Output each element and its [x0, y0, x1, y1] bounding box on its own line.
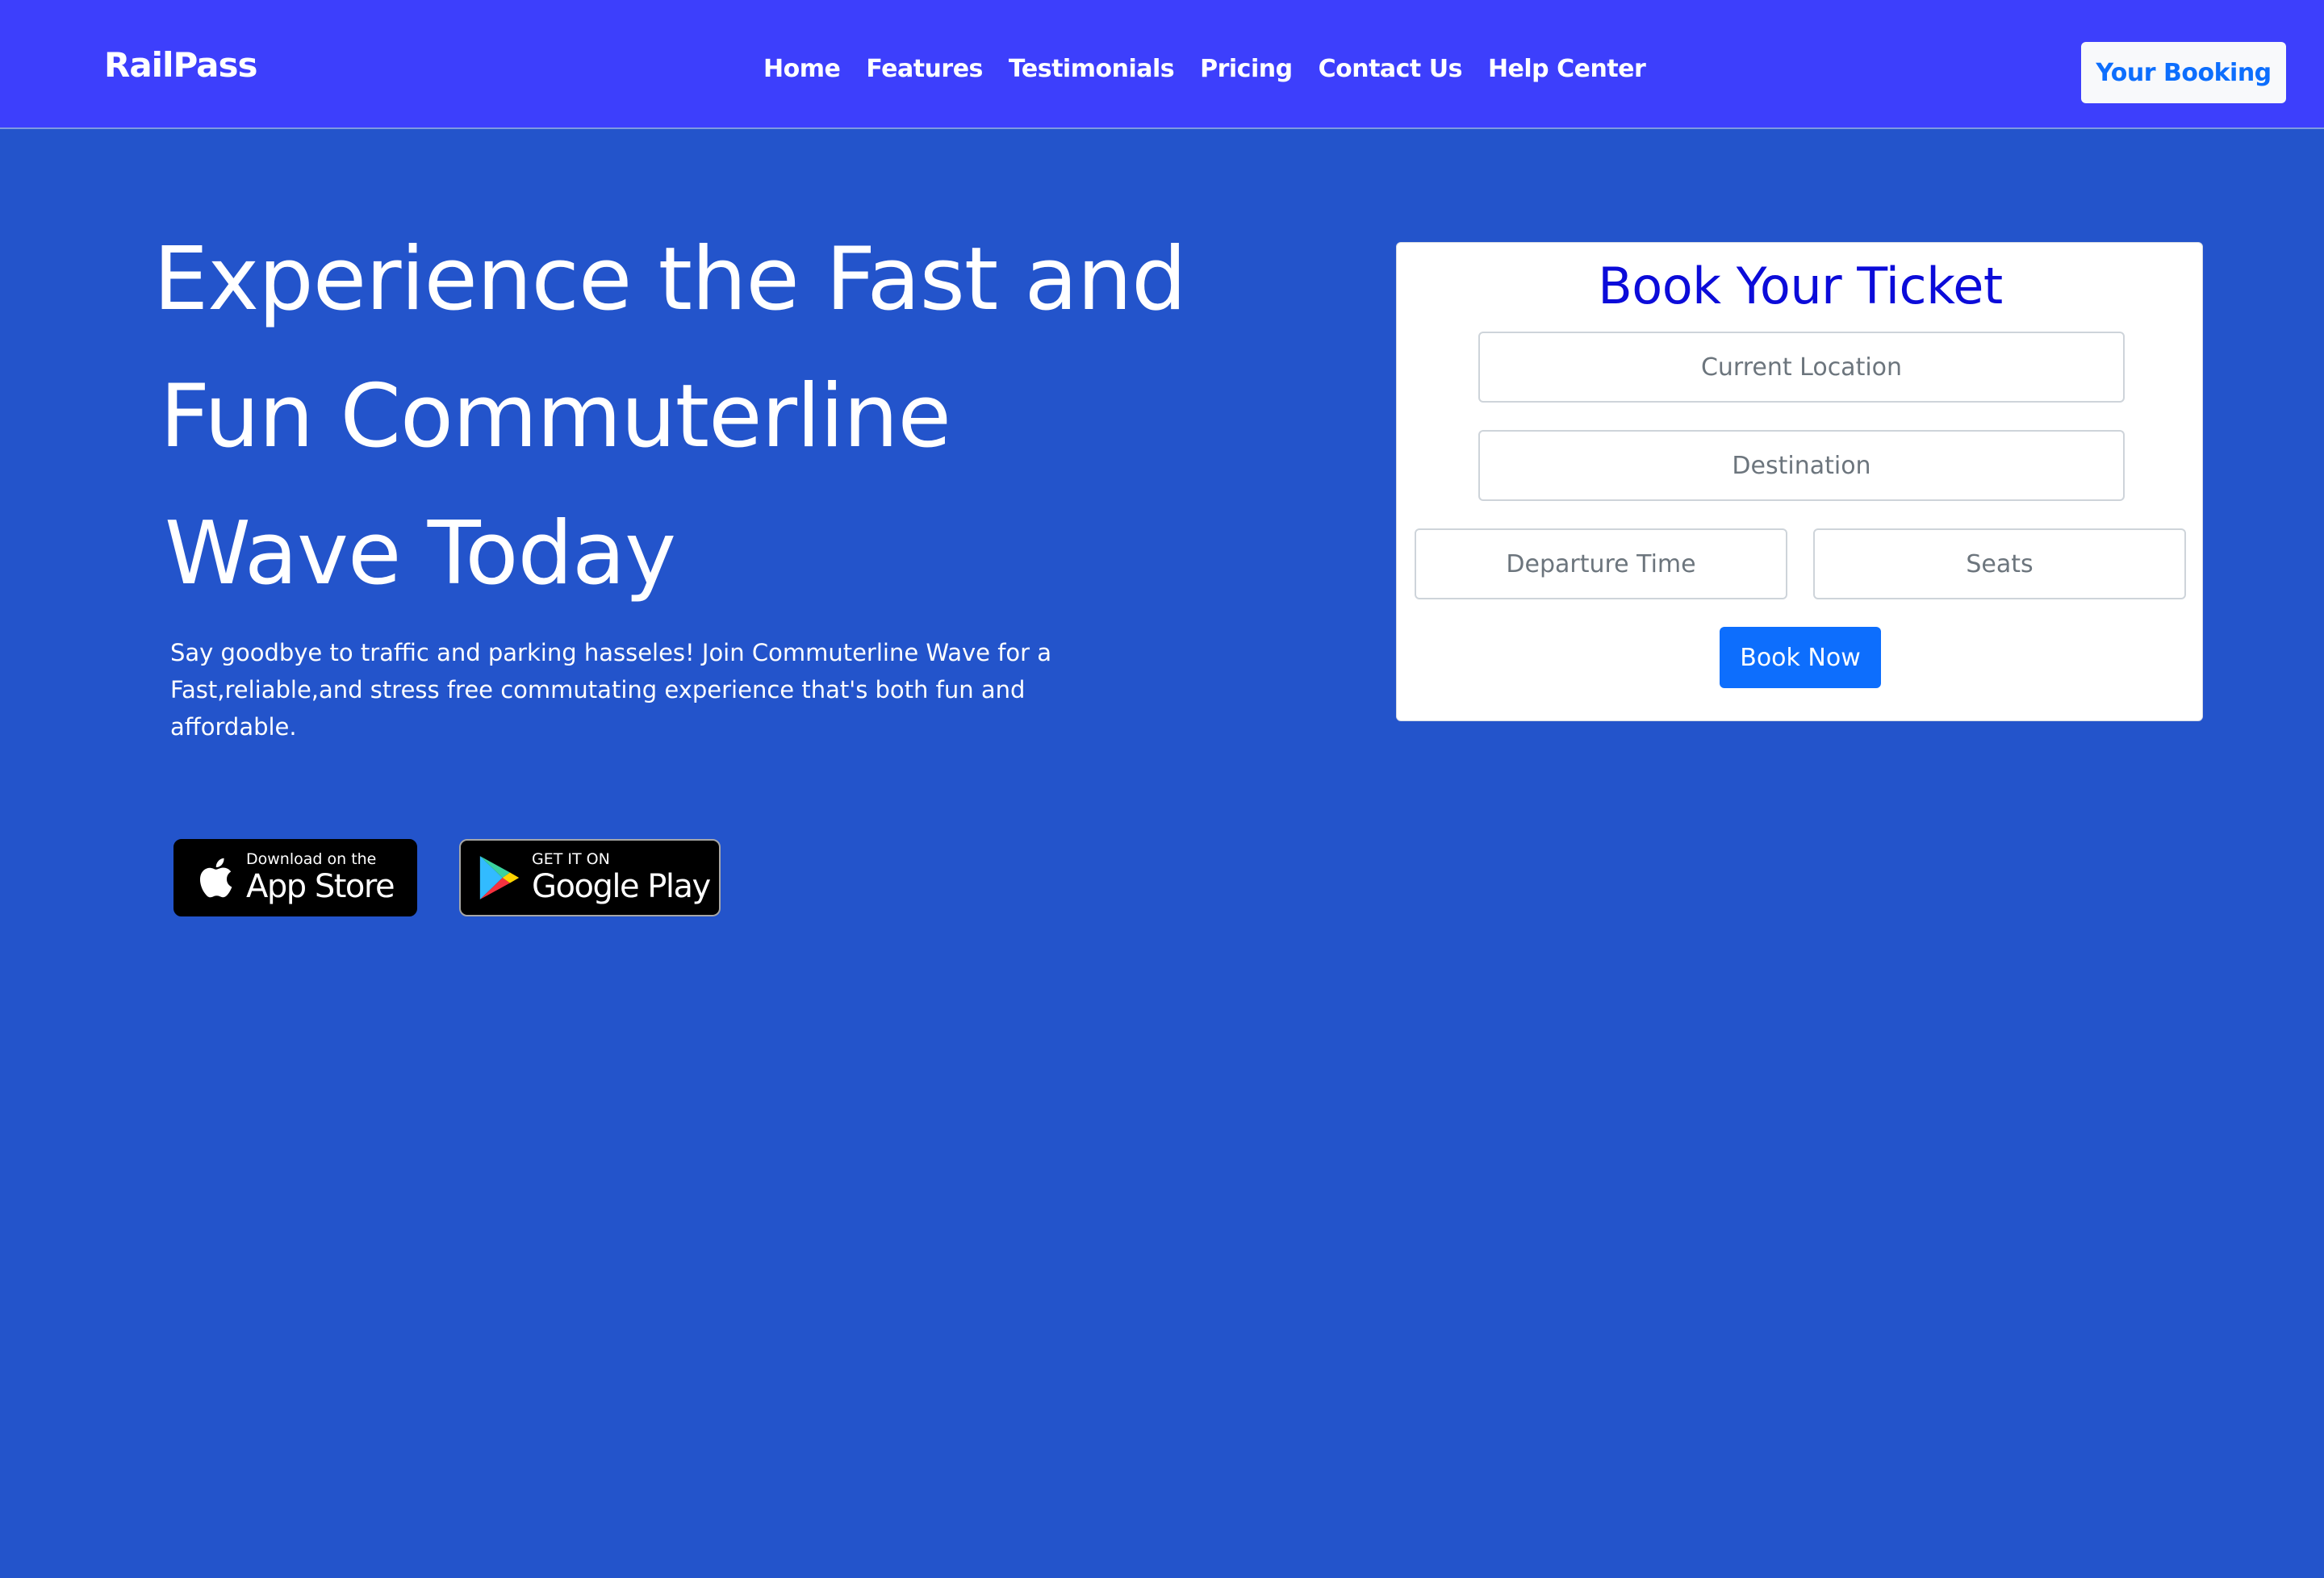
seats-input[interactable] [1813, 528, 2186, 599]
hero-title-line: Wave Today [165, 503, 676, 604]
book-now-button[interactable]: Book Now [1720, 627, 1881, 688]
app-store-badge[interactable]: Download on the App Store [173, 839, 417, 916]
departure-time-input[interactable] [1415, 528, 1787, 599]
nav-link-features[interactable]: Features [866, 55, 983, 83]
google-play-badge[interactable]: GET IT ON Google Play [459, 839, 721, 916]
google-play-texts: GET IT ON Google Play [532, 850, 711, 905]
booking-card-title: Book Your Ticket [1598, 257, 2003, 315]
apple-icon [193, 854, 235, 902]
google-play-small-text: GET IT ON [532, 850, 610, 868]
brand-logo[interactable]: RailPass [104, 45, 257, 85]
app-store-small-text: Download on the [246, 850, 377, 868]
current-location-input[interactable] [1478, 332, 2125, 403]
hero-title-line: Fun Commuterline [160, 366, 951, 467]
app-store-texts: Download on the App Store [246, 850, 395, 905]
hero-title: Experience the Fast and Fun Commuterline… [153, 211, 1202, 623]
nav-link-contact-us[interactable]: Contact Us [1319, 55, 1463, 83]
hero-description: Say goodbye to traffic and parking hasse… [170, 639, 1052, 741]
your-booking-button[interactable]: Your Booking [2081, 42, 2286, 103]
app-store-big-text: App Store [246, 868, 395, 905]
destination-input[interactable] [1478, 430, 2125, 501]
nav-links: Home Features Testimonials Pricing Conta… [763, 55, 1646, 83]
google-play-big-text: Google Play [532, 868, 711, 905]
nav-link-help-center[interactable]: Help Center [1488, 55, 1646, 83]
google-play-icon [479, 854, 520, 902]
nav-link-pricing[interactable]: Pricing [1200, 55, 1293, 83]
hero-title-line: Experience the Fast and [153, 229, 1187, 330]
nav-link-testimonials[interactable]: Testimonials [1009, 55, 1175, 83]
booking-card: Book Your Ticket Book Now [1396, 242, 2203, 721]
nav-link-home[interactable]: Home [763, 55, 841, 83]
navbar: RailPass Home Features Testimonials Pric… [0, 0, 2324, 129]
